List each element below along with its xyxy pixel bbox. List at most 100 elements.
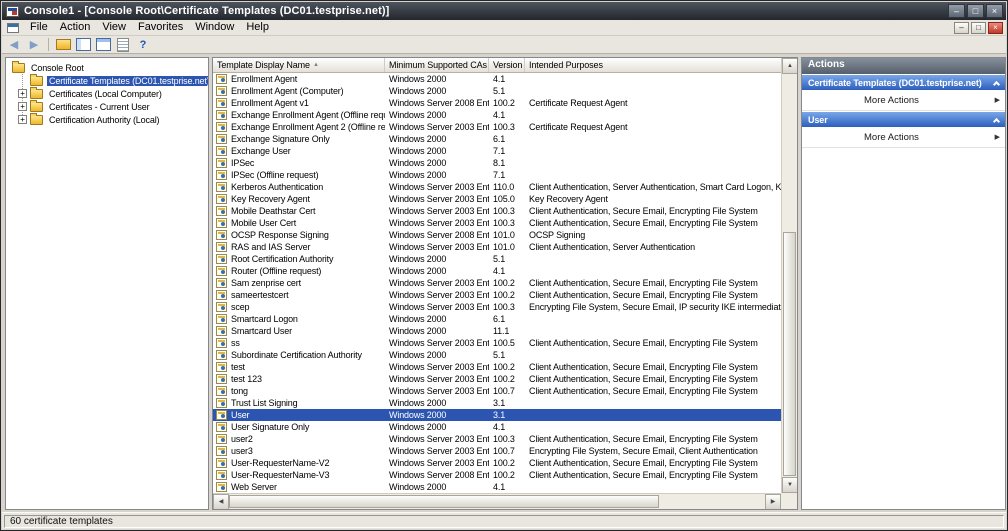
actions-section-user[interactable]: User: [802, 111, 1005, 127]
cell-template-display-name: Mobile Deathstar Cert: [213, 206, 385, 216]
menu-favorites[interactable]: Favorites: [132, 20, 189, 35]
menu-view[interactable]: View: [96, 20, 132, 35]
menu-action[interactable]: Action: [54, 20, 97, 35]
table-row[interactable]: tongWindows Server 2003 Ent...100.7Clien…: [213, 385, 781, 397]
table-row[interactable]: Mobile Deathstar CertWindows Server 2003…: [213, 205, 781, 217]
table-row[interactable]: Root Certification AuthorityWindows 2000…: [213, 253, 781, 265]
table-row[interactable]: sameertestcertWindows Server 2003 Ent...…: [213, 289, 781, 301]
close-button[interactable]: ×: [986, 4, 1003, 18]
table-row[interactable]: Exchange Enrollment Agent 2 (Offline req…: [213, 121, 781, 133]
child-close-button[interactable]: ×: [988, 22, 1003, 34]
vertical-scrollbar[interactable]: ▲ ▼: [781, 58, 797, 493]
certificate-template-icon: [216, 278, 227, 288]
menu-window[interactable]: Window: [189, 20, 240, 35]
cell-version: 5.1: [489, 86, 525, 96]
table-row[interactable]: User Signature OnlyWindows 20004.1: [213, 421, 781, 433]
scroll-left-button[interactable]: ◀: [213, 494, 229, 510]
more-actions-certificate-templates[interactable]: More Actions ▶: [802, 90, 1005, 111]
table-row[interactable]: Enrollment Agent v1Windows Server 2008 E…: [213, 97, 781, 109]
table-row[interactable]: test 123Windows Server 2003 Ent...100.2C…: [213, 373, 781, 385]
table-row[interactable]: Subordinate Certification AuthorityWindo…: [213, 349, 781, 361]
table-row[interactable]: Trust List SigningWindows 20003.1: [213, 397, 781, 409]
table-row[interactable]: Smartcard LogonWindows 20006.1: [213, 313, 781, 325]
cell-version: 4.1: [489, 422, 525, 432]
tree-item[interactable]: +Certification Authority (Local): [6, 113, 208, 126]
show-hide-tree-icon[interactable]: [75, 37, 91, 52]
scroll-down-button[interactable]: ▼: [782, 477, 798, 493]
collapse-chevron-icon[interactable]: [993, 117, 1000, 124]
expand-plus-icon[interactable]: +: [18, 115, 27, 124]
help-icon[interactable]: ?: [135, 37, 151, 52]
table-row[interactable]: Web ServerWindows 20004.1: [213, 481, 781, 493]
certificate-template-icon: [216, 266, 227, 276]
horizontal-scroll-thumb[interactable]: [229, 495, 659, 508]
child-minimize-button[interactable]: –: [954, 22, 969, 34]
tree-item[interactable]: +Certificates (Local Computer): [6, 87, 208, 100]
cell-template-display-name: Enrollment Agent (Computer): [213, 86, 385, 96]
certificate-template-icon: [216, 446, 227, 456]
tree-item[interactable]: +Certificates - Current User: [6, 100, 208, 113]
table-row[interactable]: OCSP Response SigningWindows Server 2008…: [213, 229, 781, 241]
certificate-template-icon: [216, 482, 227, 492]
vertical-scroll-thumb[interactable]: [783, 232, 796, 476]
maximize-button[interactable]: □: [967, 4, 984, 18]
table-row[interactable]: Enrollment Agent (Computer)Windows 20005…: [213, 85, 781, 97]
cell-minimum-supported-ca: Windows Server 2003 Ent...: [385, 218, 489, 228]
table-row[interactable]: Exchange Signature OnlyWindows 20006.1: [213, 133, 781, 145]
actions-section-certificate-templates[interactable]: Certificate Templates (DC01.testprise.ne…: [802, 74, 1005, 90]
tree-item[interactable]: Certificate Templates (DC01.testprise.ne…: [6, 74, 208, 87]
table-row[interactable]: Key Recovery AgentWindows Server 2003 En…: [213, 193, 781, 205]
child-restore-button[interactable]: □: [971, 22, 986, 34]
menu-file[interactable]: File: [24, 20, 54, 35]
expand-plus-icon[interactable]: +: [18, 102, 27, 111]
table-row[interactable]: User-RequesterName-V2Windows Server 2003…: [213, 457, 781, 469]
cell-version: 100.3: [489, 218, 525, 228]
cell-minimum-supported-ca: Windows Server 2003 Ent...: [385, 278, 489, 288]
certificate-template-icon: [216, 122, 227, 132]
cell-template-display-name: Enrollment Agent v1: [213, 98, 385, 108]
expand-plus-icon[interactable]: +: [18, 89, 27, 98]
export-list-icon[interactable]: [115, 37, 131, 52]
scroll-up-button[interactable]: ▲: [782, 58, 798, 74]
table-row[interactable]: user2Windows Server 2003 Ent...100.3Clie…: [213, 433, 781, 445]
scroll-right-button[interactable]: ▶: [765, 494, 781, 510]
table-row[interactable]: scepWindows Server 2003 Ent...100.3Encry…: [213, 301, 781, 313]
menu-help[interactable]: Help: [240, 20, 275, 35]
table-row[interactable]: user3Windows Server 2003 Ent...100.7Encr…: [213, 445, 781, 457]
new-window-icon[interactable]: [95, 37, 111, 52]
table-row[interactable]: Exchange Enrollment Agent (Offline reque…: [213, 109, 781, 121]
cell-version: 8.1: [489, 158, 525, 168]
status-bar: 60 certificate templates: [2, 512, 1006, 529]
table-row[interactable]: Kerberos AuthenticationWindows Server 20…: [213, 181, 781, 193]
table-row[interactable]: Exchange UserWindows 20007.1: [213, 145, 781, 157]
cell-template-display-name: Key Recovery Agent: [213, 194, 385, 204]
cell-minimum-supported-ca: Windows 2000: [385, 110, 489, 120]
minimize-button[interactable]: –: [948, 4, 965, 18]
table-row[interactable]: testWindows Server 2003 Ent...100.2Clien…: [213, 361, 781, 373]
table-row[interactable]: Mobile User CertWindows Server 2003 Ent.…: [213, 217, 781, 229]
up-level-icon[interactable]: [55, 37, 71, 52]
certificate-templates-icon: [30, 76, 43, 86]
forward-icon[interactable]: ▶: [26, 37, 42, 52]
table-row[interactable]: UserWindows 20003.1: [213, 409, 781, 421]
tree-item-console-root[interactable]: Console Root: [6, 61, 208, 74]
table-row[interactable]: Smartcard UserWindows 200011.1: [213, 325, 781, 337]
table-row[interactable]: IPSecWindows 20008.1: [213, 157, 781, 169]
certificate-template-icon: [216, 110, 227, 120]
column-header-template-display-name[interactable]: Template Display Name ▲: [213, 58, 385, 72]
table-row[interactable]: Router (Offline request)Windows 20004.1: [213, 265, 781, 277]
table-row[interactable]: ssWindows Server 2003 Ent...100.5Client …: [213, 337, 781, 349]
column-header-minimum-supported-cas[interactable]: Minimum Supported CAs: [385, 58, 489, 72]
table-row[interactable]: Enrollment AgentWindows 20004.1: [213, 73, 781, 85]
horizontal-scrollbar[interactable]: ◀ ▶: [213, 493, 781, 509]
column-header-version[interactable]: Version: [489, 58, 525, 72]
back-icon[interactable]: ◀: [6, 37, 22, 52]
table-row[interactable]: IPSec (Offline request)Windows 20007.1: [213, 169, 781, 181]
column-header-intended-purposes[interactable]: Intended Purposes: [525, 58, 781, 72]
table-row[interactable]: RAS and IAS ServerWindows Server 2003 En…: [213, 241, 781, 253]
table-row[interactable]: Sam zenprise certWindows Server 2003 Ent…: [213, 277, 781, 289]
cell-version: 11.1: [489, 326, 525, 336]
more-actions-user[interactable]: More Actions ▶: [802, 127, 1005, 148]
collapse-chevron-icon[interactable]: [993, 80, 1000, 87]
table-row[interactable]: User-RequesterName-V3Windows Server 2008…: [213, 469, 781, 481]
